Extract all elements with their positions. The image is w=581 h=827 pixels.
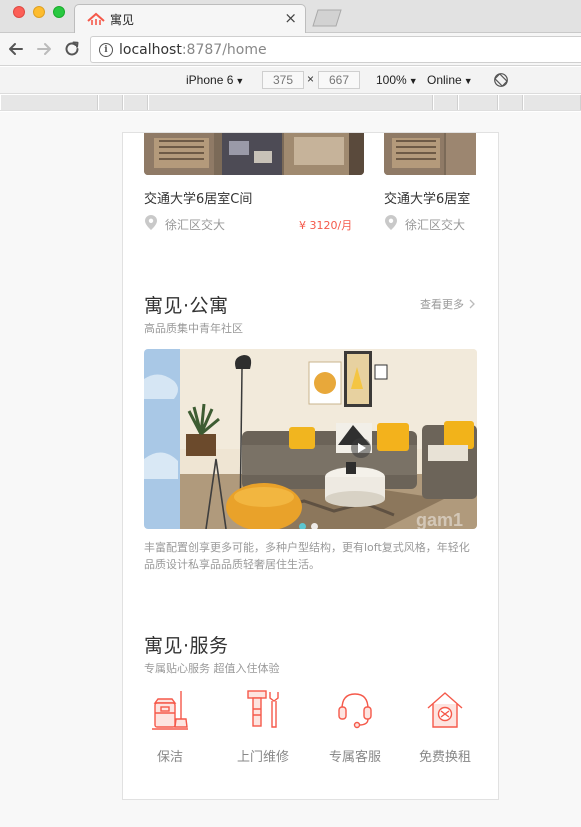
ruler-segment[interactable] (458, 95, 498, 110)
address-bar[interactable]: i localhost:8787/home (90, 36, 581, 63)
apartment-banner-image: gam1 (144, 349, 477, 529)
browser-toolbar: i localhost:8787/home (0, 33, 581, 66)
service-label: 免费换租 (418, 750, 471, 765)
rotate-icon[interactable] (493, 72, 509, 88)
device-width-input[interactable]: 375 (262, 71, 304, 89)
device-height-input[interactable]: 667 (318, 71, 360, 89)
apartment-carousel[interactable]: gam1 (144, 349, 477, 529)
chevron-down-icon: ▼ (463, 76, 473, 86)
ruler-segment[interactable] (433, 95, 458, 110)
listing-title: 交通大学6居室 (384, 192, 471, 207)
device-toolbar: iPhone 6 ▼ 375 × 667 100% ▼ Online ▼ (0, 67, 581, 94)
listing-photo (384, 133, 476, 175)
service-section-title: 寓见·服务 (144, 635, 229, 657)
ruler-segment[interactable] (123, 95, 148, 110)
listing-location: 徐汇区交大 (165, 218, 226, 232)
ruler-segment[interactable] (498, 95, 523, 110)
network-throttle-select[interactable]: Online ▼ (427, 73, 473, 87)
network-value: Online (427, 73, 462, 87)
house-swap-icon (427, 692, 463, 728)
service-item-support[interactable]: 专属客服 (322, 689, 388, 765)
cleaning-icon (152, 691, 188, 730)
back-arrow-icon[interactable] (6, 39, 26, 59)
device-name: iPhone 6 (186, 73, 234, 87)
ruler-segment[interactable] (98, 95, 123, 110)
service-label: 专属客服 (328, 750, 381, 765)
listing-price: ¥ 3120/月 (299, 219, 353, 232)
tab-close-icon[interactable]: × (284, 9, 297, 27)
dimension-separator: × (307, 72, 315, 86)
view-more-label: 查看更多 (420, 298, 464, 311)
zoom-value: 100% (376, 73, 407, 87)
site-info-icon[interactable]: i (99, 43, 113, 57)
listing-location: 徐汇区交大 (405, 218, 466, 232)
service-item-free-transfer[interactable]: 免费换租 (412, 689, 478, 765)
zoom-select[interactable]: 100% ▼ (376, 73, 418, 87)
mobile-page: 交通大学6居室C间 徐汇区交大 ¥ 3120/月 交通大学6居室 徐汇区交大 寓… (122, 132, 499, 800)
ruler-segment[interactable] (148, 95, 433, 110)
ruler-segment[interactable] (0, 95, 98, 110)
headset-icon (338, 693, 372, 729)
chevron-down-icon: ▼ (235, 76, 245, 86)
ruler-segment[interactable] (523, 95, 581, 110)
url-text[interactable]: localhost:8787/home (119, 42, 267, 58)
location-pin-icon (145, 215, 157, 230)
listing-title: 交通大学6居室C间 (144, 192, 253, 207)
media-query-ruler (0, 95, 581, 111)
browser-tab-bar: 寓见 × (0, 0, 581, 33)
apartment-description: 丰富配置创享更多可能，多种户型结构，更有loft复式风格，年轻化品质设计私享品品… (144, 541, 470, 571)
carousel-dot[interactable] (299, 523, 306, 529)
service-item-repair[interactable]: 上门维修 (230, 689, 296, 765)
chevron-right-icon (469, 299, 475, 309)
url-host: localhost (119, 42, 182, 58)
tab-title: 寓见 (110, 13, 135, 27)
browser-tab[interactable]: 寓见 × (74, 4, 306, 33)
service-label: 保洁 (156, 750, 183, 765)
view-more-link[interactable]: 查看更多 (420, 296, 476, 312)
service-section-subtitle: 专属贴心服务 超值入住体验 (144, 662, 280, 675)
forward-arrow-icon[interactable] (34, 39, 54, 59)
zoom-window-button[interactable] (53, 6, 65, 18)
minimize-window-button[interactable] (33, 6, 45, 18)
location-pin-icon (385, 215, 397, 230)
chevron-down-icon: ▼ (408, 76, 418, 86)
listing-photo (144, 133, 364, 175)
device-select[interactable]: iPhone 6 ▼ (186, 73, 244, 87)
service-label: 上门维修 (236, 750, 289, 765)
watermark-text: gam1 (416, 510, 463, 529)
reload-icon[interactable] (62, 39, 82, 59)
carousel-dot[interactable] (311, 523, 318, 529)
apartment-section-subtitle: 高品质集中青年社区 (144, 322, 243, 335)
apartment-section-title: 寓见·公寓 (144, 295, 229, 317)
close-window-button[interactable] (13, 6, 25, 18)
new-tab-button[interactable] (312, 9, 342, 27)
repair-tools-icon (247, 690, 279, 728)
service-item-cleaning[interactable]: 保洁 (137, 689, 203, 765)
url-port-path: :8787/home (181, 42, 267, 58)
yujian-logo-icon (87, 12, 105, 25)
